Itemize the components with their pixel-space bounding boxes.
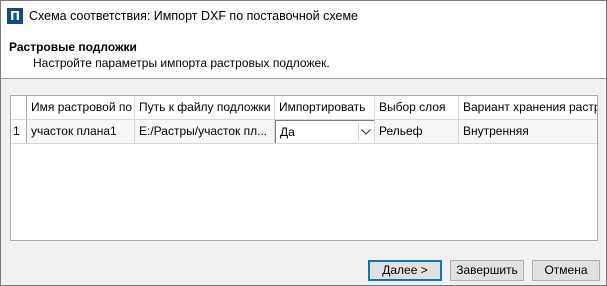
page-title: Растровые подложки — [9, 40, 137, 54]
raster-grid[interactable]: Имя растровой по Путь к файлу подложки И… — [10, 95, 598, 241]
cell-storage[interactable]: Внутренняя — [459, 120, 597, 144]
window-title: Схема соответствия: Импорт DXF по постав… — [29, 9, 358, 23]
button-bar: Далее > Завершить Отмена — [1, 260, 606, 282]
wizard-header: Растровые подложки Настройте параметры и… — [1, 31, 606, 78]
finish-button[interactable]: Завершить — [450, 260, 524, 281]
dialog-window: П Схема соответствия: Импорт DXF по пост… — [0, 0, 607, 286]
page-subtitle: Настройте параметры импорта растровых по… — [33, 56, 330, 70]
column-header-storage[interactable]: Вариант хранения растр — [459, 96, 597, 120]
chevron-down-icon[interactable] — [358, 123, 372, 141]
row-number: 1 — [11, 120, 27, 144]
import-dropdown[interactable]: Да — [275, 120, 375, 144]
table-row[interactable]: 1 участок плана1 E:/Растры/участок пл...… — [11, 120, 597, 144]
header-divider — [1, 78, 606, 79]
column-header-path[interactable]: Путь к файлу подложки — [135, 96, 275, 120]
cell-path[interactable]: E:/Растры/участок пл... — [135, 120, 275, 144]
column-header-import[interactable]: Импортировать — [275, 96, 375, 120]
cell-name[interactable]: участок плана1 — [27, 120, 135, 144]
grid-header-row: Имя растровой по Путь к файлу подложки И… — [11, 96, 597, 120]
row-header-corner — [11, 96, 27, 120]
import-combo-box[interactable]: Да — [275, 120, 374, 143]
next-button[interactable]: Далее > — [368, 260, 442, 281]
app-icon: П — [7, 8, 23, 24]
cell-layer[interactable]: Рельеф — [375, 120, 459, 144]
column-header-layer[interactable]: Выбор слоя — [375, 96, 459, 120]
import-value: Да — [280, 125, 295, 139]
column-header-name[interactable]: Имя растровой по — [27, 96, 135, 120]
cancel-button[interactable]: Отмена — [532, 260, 600, 281]
title-bar: П Схема соответствия: Импорт DXF по пост… — [1, 1, 606, 31]
